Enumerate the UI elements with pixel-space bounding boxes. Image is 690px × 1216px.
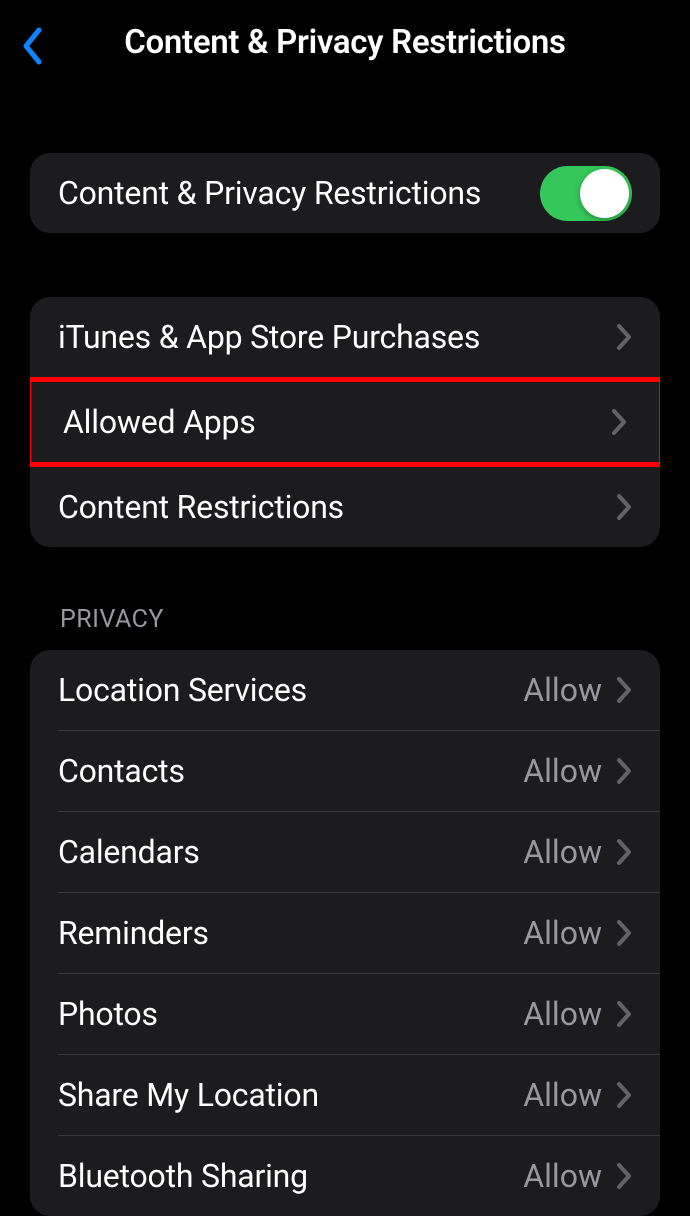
allowed-apps-row[interactable]: Allowed Apps bbox=[31, 382, 659, 462]
contacts-row[interactable]: Contacts Allow bbox=[30, 731, 660, 811]
row-value: Allow bbox=[523, 833, 602, 871]
itunes-appstore-purchases-row[interactable]: iTunes & App Store Purchases bbox=[30, 297, 660, 377]
row-label: Allowed Apps bbox=[63, 403, 256, 441]
row-label: Content Restrictions bbox=[58, 488, 344, 526]
allowed-apps-highlight: Allowed Apps bbox=[30, 377, 660, 467]
row-label: Photos bbox=[58, 995, 158, 1033]
row-label: Calendars bbox=[58, 833, 200, 871]
photos-row[interactable]: Photos Allow bbox=[30, 974, 660, 1054]
location-services-row[interactable]: Location Services Allow bbox=[30, 650, 660, 730]
chevron-right-icon bbox=[616, 1162, 632, 1190]
chevron-right-icon bbox=[616, 919, 632, 947]
row-label: Content & Privacy Restrictions bbox=[58, 174, 481, 212]
chevron-left-icon bbox=[21, 27, 43, 65]
share-my-location-row[interactable]: Share My Location Allow bbox=[30, 1055, 660, 1135]
chevron-right-icon bbox=[616, 493, 632, 521]
row-value: Allow bbox=[523, 752, 602, 790]
row-value: Allow bbox=[523, 914, 602, 952]
row-value: Allow bbox=[523, 1076, 602, 1114]
row-value: Allow bbox=[523, 995, 602, 1033]
navigation-header: Content & Privacy Restrictions bbox=[0, 0, 690, 95]
row-label: iTunes & App Store Purchases bbox=[58, 318, 480, 356]
chevron-right-icon bbox=[616, 757, 632, 785]
toggle-knob bbox=[580, 169, 629, 218]
chevron-right-icon bbox=[616, 1000, 632, 1028]
chevron-right-icon bbox=[616, 323, 632, 351]
calendars-row[interactable]: Calendars Allow bbox=[30, 812, 660, 892]
chevron-right-icon bbox=[616, 676, 632, 704]
main-toggle-group: Content & Privacy Restrictions bbox=[30, 153, 660, 233]
content-privacy-toggle[interactable] bbox=[540, 166, 632, 221]
row-label: Reminders bbox=[58, 914, 209, 952]
row-value: Allow bbox=[523, 1157, 602, 1195]
chevron-right-icon bbox=[616, 1081, 632, 1109]
row-label: Bluetooth Sharing bbox=[58, 1157, 308, 1195]
chevron-right-icon bbox=[611, 408, 627, 436]
privacy-group: Location Services Allow Contacts Allow bbox=[30, 650, 660, 1216]
bluetooth-sharing-row[interactable]: Bluetooth Sharing Allow bbox=[30, 1136, 660, 1216]
content-restrictions-row[interactable]: Content Restrictions bbox=[30, 467, 660, 547]
back-button[interactable] bbox=[14, 24, 50, 68]
reminders-row[interactable]: Reminders Allow bbox=[30, 893, 660, 973]
content-privacy-restrictions-row: Content & Privacy Restrictions bbox=[30, 153, 660, 233]
row-label: Contacts bbox=[58, 752, 185, 790]
row-label: Location Services bbox=[58, 671, 307, 709]
page-title: Content & Privacy Restrictions bbox=[16, 23, 674, 62]
row-label: Share My Location bbox=[58, 1076, 319, 1114]
restrictions-group: iTunes & App Store Purchases Allowed App… bbox=[30, 297, 660, 547]
chevron-right-icon bbox=[616, 838, 632, 866]
privacy-section-header: PRIVACY bbox=[60, 605, 660, 634]
row-value: Allow bbox=[523, 671, 602, 709]
